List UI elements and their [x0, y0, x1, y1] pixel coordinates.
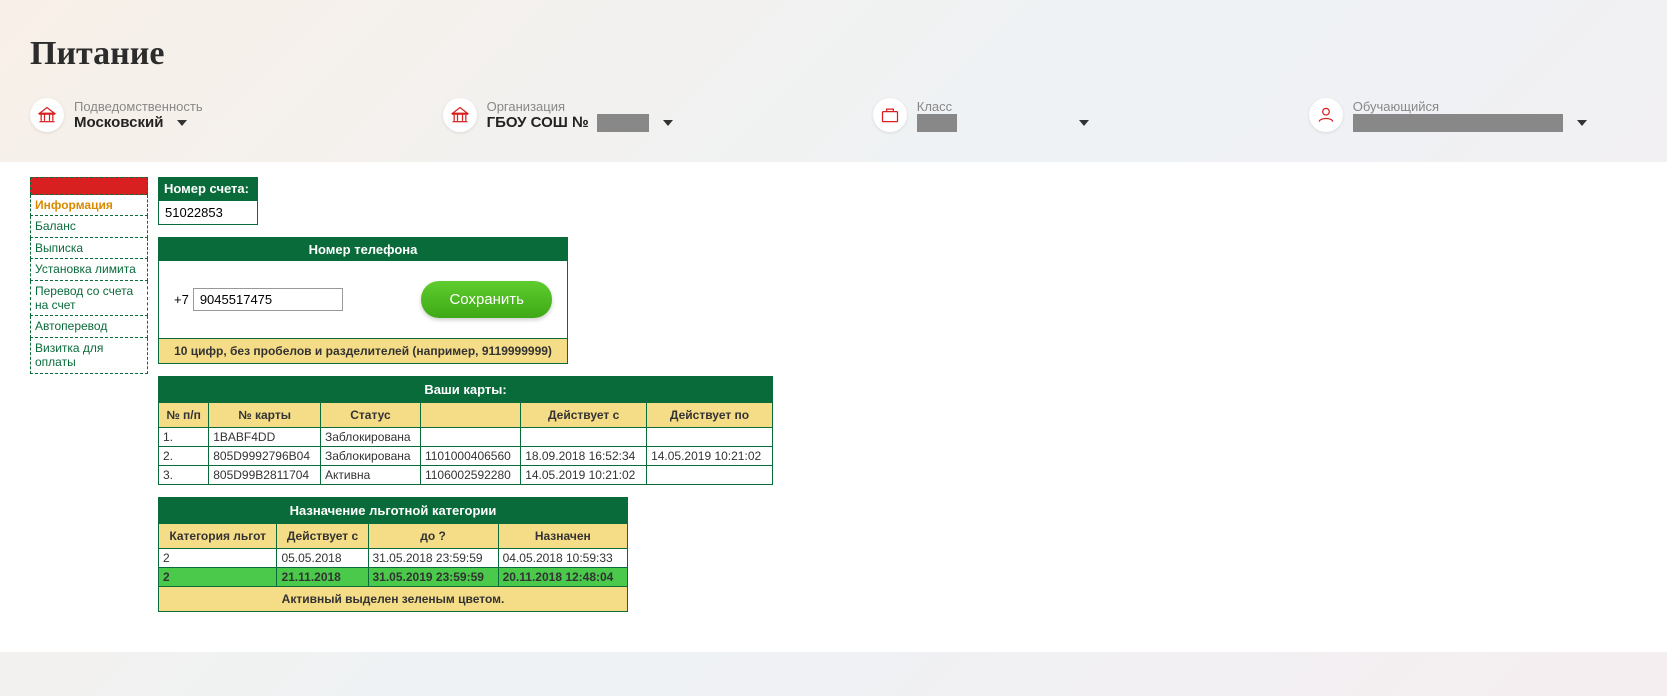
- table-cell: 14.05.2019 10:21:02: [521, 466, 647, 485]
- table-row: 2.805D9992796B04Заблокирована11010004065…: [159, 447, 773, 466]
- table-cell: 2: [159, 568, 277, 587]
- table-cell: 805D9992796B04: [209, 447, 321, 466]
- filter-label: Организация: [487, 99, 673, 114]
- filter-label: Подведомственность: [74, 99, 203, 114]
- phone-hint: 10 цифр, без пробелов и разделителей (на…: [159, 338, 567, 363]
- table-cell: 04.05.2018 10:59:33: [498, 549, 627, 568]
- phone-header: Номер телефона: [159, 238, 567, 261]
- filter-organization[interactable]: Организация ГБОУ СОШ №: [443, 98, 673, 132]
- content-area: ИнформацияБалансВыпискаУстановка лимитаП…: [0, 162, 1667, 652]
- table-cell: 18.09.2018 16:52:34: [521, 447, 647, 466]
- filter-value: [917, 114, 1089, 132]
- table-row: 221.11.201831.05.2019 23:59:5920.11.2018…: [159, 568, 628, 587]
- table-cell: 3.: [159, 466, 209, 485]
- bank-icon: [30, 98, 64, 132]
- main-column: Номер счета: 51022853 Номер телефона +7 …: [158, 177, 773, 612]
- person-icon: [1309, 98, 1343, 132]
- table-cell: [420, 428, 520, 447]
- table-cell: Заблокирована: [321, 447, 421, 466]
- account-label: Номер счета:: [158, 177, 258, 200]
- filter-jurisdiction[interactable]: Подведомственность Московский: [30, 98, 203, 132]
- filter-student[interactable]: Обучающийся: [1309, 98, 1587, 132]
- filter-value: ГБОУ СОШ №: [487, 114, 673, 132]
- save-button[interactable]: Сохранить: [421, 281, 552, 318]
- table-cell: 21.11.2018: [277, 568, 368, 587]
- table-row: 205.05.201831.05.2018 23:59:5904.05.2018…: [159, 549, 628, 568]
- account-box: Номер счета: 51022853: [158, 177, 568, 225]
- sidebar-item[interactable]: Автоперевод: [30, 316, 148, 337]
- sidebar-item[interactable]: Выписка: [30, 238, 148, 259]
- sidebar: ИнформацияБалансВыпискаУстановка лимитаП…: [30, 177, 148, 374]
- table-header: [420, 403, 520, 428]
- table-cell: 805D99B2811704: [209, 466, 321, 485]
- table-cell: [647, 466, 773, 485]
- category-table: Назначение льготной категории Категория …: [158, 497, 628, 612]
- filter-label: Класс: [917, 99, 1089, 114]
- phone-prefix: +7: [174, 292, 189, 307]
- sidebar-item[interactable]: Баланс: [30, 216, 148, 237]
- table-header: № п/п: [159, 403, 209, 428]
- table-header: Действует с: [277, 524, 368, 549]
- table-header: до ?: [368, 524, 498, 549]
- table-header: № карты: [209, 403, 321, 428]
- page-title: Питание: [0, 0, 1667, 73]
- table-cell: 2: [159, 549, 277, 568]
- table-cell: 31.05.2019 23:59:59: [368, 568, 498, 587]
- chevron-down-icon: [1079, 120, 1089, 126]
- chevron-down-icon: [1577, 120, 1587, 126]
- chevron-down-icon: [663, 120, 673, 126]
- filter-value: [1353, 114, 1587, 132]
- table-cell: 31.05.2018 23:59:59: [368, 549, 498, 568]
- phone-input[interactable]: [193, 288, 343, 311]
- sidebar-item[interactable]: Визитка для оплаты: [30, 338, 148, 374]
- table-cell: 1101000406560: [420, 447, 520, 466]
- filters-bar: Подведомственность Московский Организаци…: [0, 73, 1667, 162]
- cards-title: Ваши карты:: [159, 377, 773, 403]
- sidebar-header: [30, 177, 148, 195]
- table-cell: 1.: [159, 428, 209, 447]
- table-header: Действует с: [521, 403, 647, 428]
- table-cell: 1BABF4DD: [209, 428, 321, 447]
- chevron-down-icon: [177, 120, 187, 126]
- table-cell: 05.05.2018: [277, 549, 368, 568]
- table-cell: [647, 428, 773, 447]
- table-header: Категория льгот: [159, 524, 277, 549]
- category-title: Назначение льготной категории: [159, 498, 628, 524]
- table-cell: 1106002592280: [420, 466, 520, 485]
- filter-value: Московский: [74, 114, 203, 131]
- table-cell: Активна: [321, 466, 421, 485]
- filter-label: Обучающийся: [1353, 99, 1587, 114]
- table-row: 1.1BABF4DDЗаблокирована: [159, 428, 773, 447]
- sidebar-item[interactable]: Перевод со счета на счет: [30, 281, 148, 317]
- account-value: 51022853: [158, 200, 258, 225]
- table-header: Назначен: [498, 524, 627, 549]
- cards-table: Ваши карты: № п/п№ картыСтатус Действует …: [158, 376, 773, 485]
- table-row: 3.805D99B2811704Активна110600259228014.0…: [159, 466, 773, 485]
- bank-icon: [443, 98, 477, 132]
- sidebar-item[interactable]: Установка лимита: [30, 259, 148, 280]
- filter-class[interactable]: Класс: [873, 98, 1089, 132]
- table-cell: 20.11.2018 12:48:04: [498, 568, 627, 587]
- table-header: Статус: [321, 403, 421, 428]
- table-cell: 14.05.2019 10:21:02: [647, 447, 773, 466]
- phone-box: Номер телефона +7 Сохранить 10 цифр, без…: [158, 237, 568, 364]
- sidebar-item[interactable]: Информация: [30, 195, 148, 216]
- table-header: Действует по: [647, 403, 773, 428]
- category-footer: Активный выделен зеленым цветом.: [159, 587, 628, 612]
- table-cell: Заблокирована: [321, 428, 421, 447]
- briefcase-icon: [873, 98, 907, 132]
- table-cell: [521, 428, 647, 447]
- table-cell: 2.: [159, 447, 209, 466]
